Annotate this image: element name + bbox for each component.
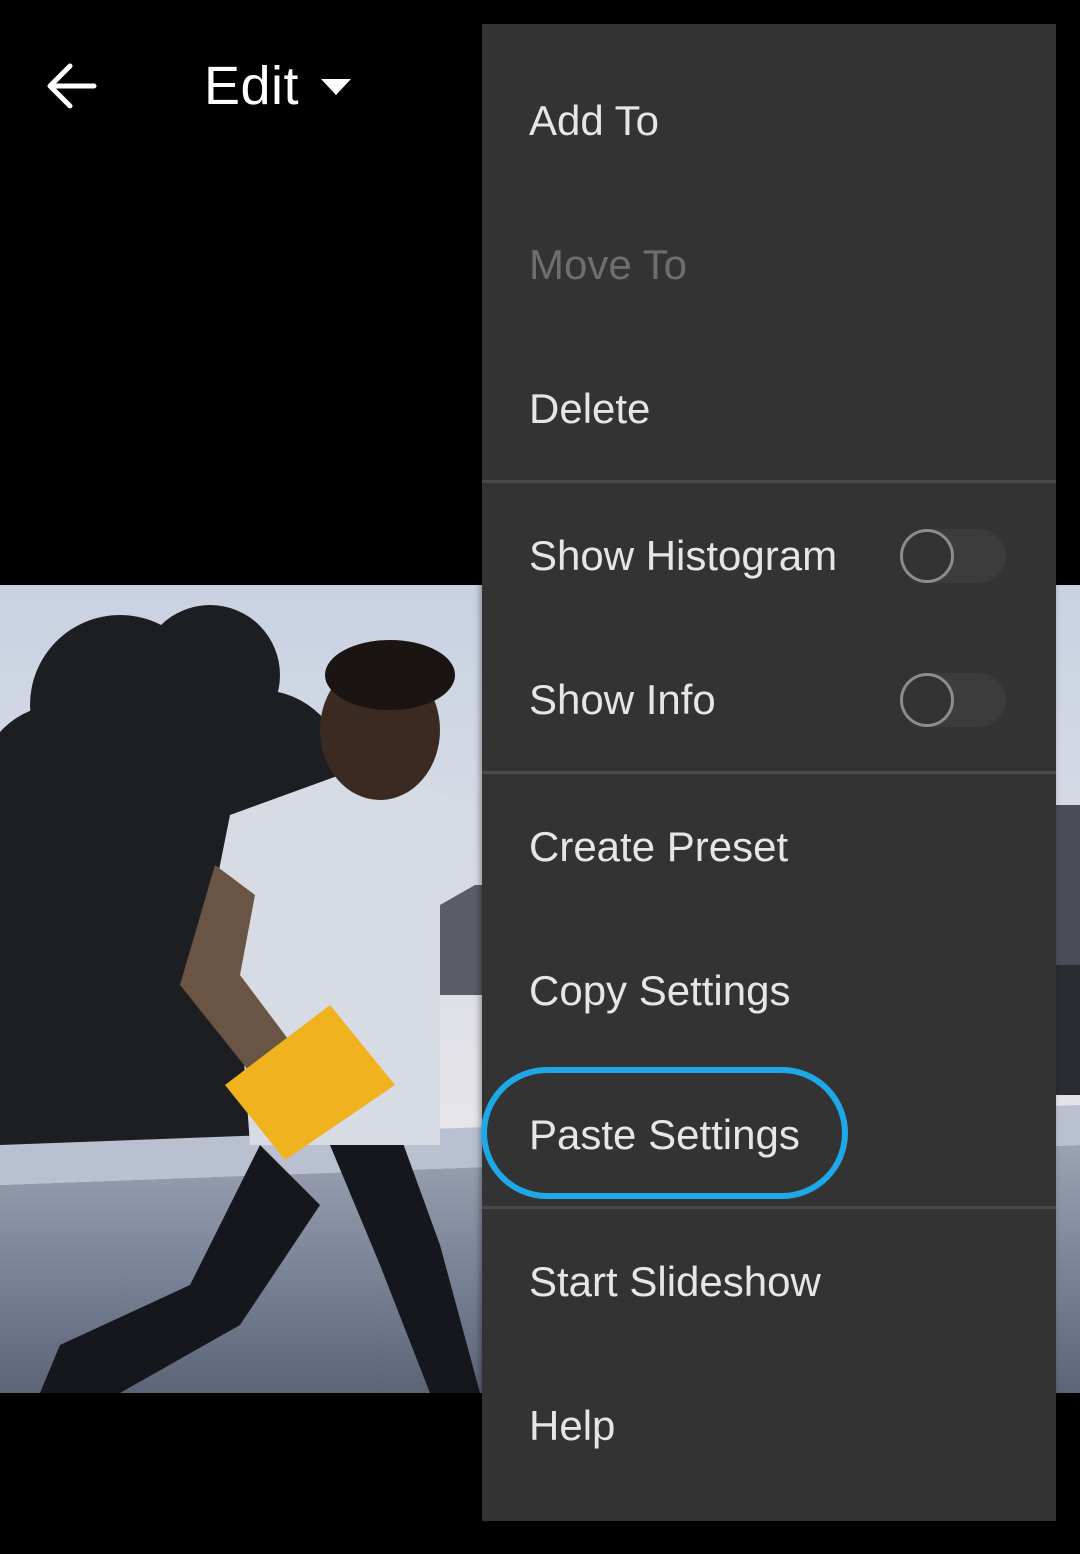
menu-item-move-to: Move To	[482, 193, 1056, 337]
show-histogram-toggle[interactable]	[900, 529, 1006, 583]
arrow-left-icon	[47, 63, 97, 109]
menu-item-label: Show Histogram	[529, 532, 838, 579]
menu-divider	[482, 771, 1056, 774]
menu-divider	[482, 480, 1056, 483]
mode-switcher[interactable]: Edit	[204, 50, 352, 122]
overflow-menu: Add To Move To Delete Show Histogram Sho…	[482, 24, 1056, 1521]
menu-item-label: Start Slideshow	[529, 1258, 821, 1305]
menu-item-copy-settings[interactable]: Copy Settings	[482, 919, 1056, 1063]
menu-item-label: Paste Settings	[529, 1111, 800, 1158]
menu-item-label: Delete	[529, 385, 651, 432]
menu-item-start-slideshow[interactable]: Start Slideshow	[482, 1210, 1056, 1354]
menu-item-label: Create Preset	[529, 823, 789, 870]
menu-divider	[482, 1206, 1056, 1209]
menu-item-label: Help	[529, 1402, 616, 1449]
menu-item-label: Copy Settings	[529, 967, 791, 1014]
toggle-knob	[900, 529, 954, 583]
mode-label: Edit	[204, 56, 300, 116]
menu-item-label: Move To	[529, 241, 687, 288]
show-info-toggle[interactable]	[900, 673, 1006, 727]
menu-item-label: Add To	[529, 97, 659, 144]
toggle-knob	[900, 673, 954, 727]
menu-item-create-preset[interactable]: Create Preset	[482, 775, 1056, 919]
menu-item-add-to[interactable]: Add To	[482, 49, 1056, 193]
menu-item-show-histogram[interactable]: Show Histogram	[482, 484, 1056, 628]
caret-down-icon	[321, 79, 352, 95]
menu-item-delete[interactable]: Delete	[482, 337, 1056, 481]
menu-item-label: Show Info	[529, 676, 716, 723]
menu-item-paste-settings[interactable]: Paste Settings	[482, 1063, 1056, 1207]
menu-item-show-info[interactable]: Show Info	[482, 628, 1056, 772]
menu-item-help[interactable]: Help	[482, 1354, 1056, 1498]
back-button[interactable]	[30, 44, 114, 128]
app-screen: Edit Add To Move To Delete Show Histogra…	[0, 0, 1080, 1554]
